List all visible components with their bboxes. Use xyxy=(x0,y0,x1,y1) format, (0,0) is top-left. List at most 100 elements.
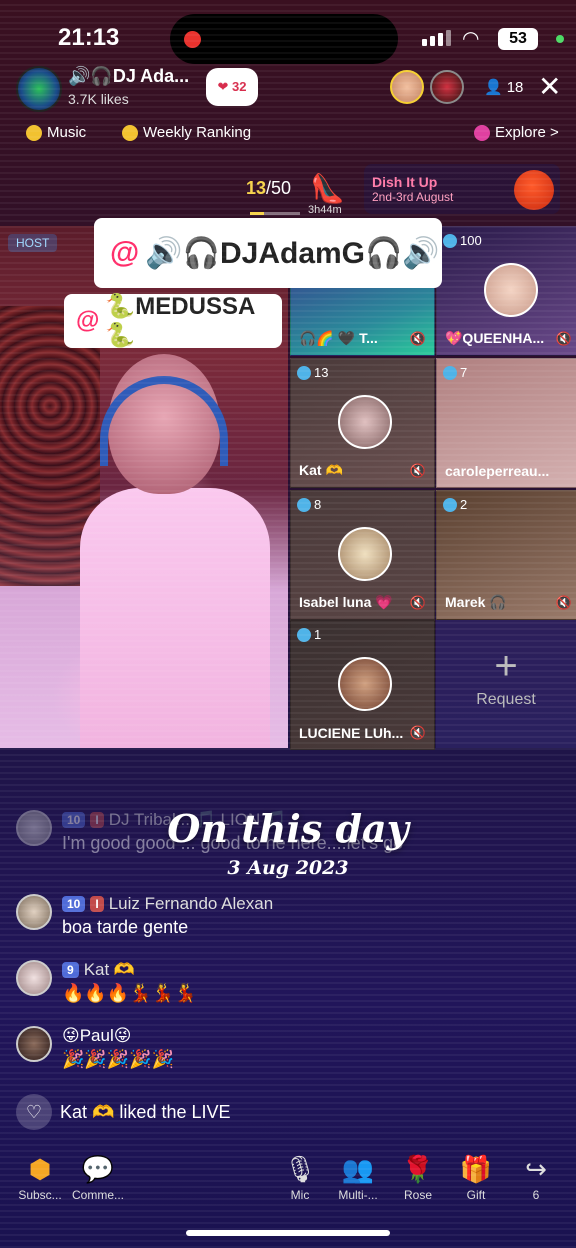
event-title: Dish It Up xyxy=(372,174,438,190)
music-icon xyxy=(26,124,42,141)
request-label: Request xyxy=(476,691,536,708)
on-this-day-title: On this day xyxy=(167,806,409,851)
host-avatar[interactable] xyxy=(16,66,62,112)
ranking-current: 13 xyxy=(246,178,267,198)
explore-label: Explore > xyxy=(495,124,559,141)
guest-tile[interactable]: 13 Kat 🫶 🔇 xyxy=(290,358,435,488)
chips-row: Music Weekly Ranking Explore > xyxy=(26,124,566,150)
guest-avatar xyxy=(338,657,392,711)
rose-button[interactable]: 🌹 Rose xyxy=(388,1152,448,1202)
viewer-count[interactable]: 👤 18 xyxy=(484,78,524,97)
weekly-ranking-chip[interactable]: Weekly Ranking xyxy=(122,124,251,141)
commenter-name: 😜Paul😜 xyxy=(62,1026,132,1045)
guest-name: caroleperreau... xyxy=(445,463,550,479)
commenter-name: Luiz Fernando Alexan xyxy=(108,894,274,913)
level-badge: 9 xyxy=(62,962,79,978)
heart-icon: ♡ xyxy=(16,1094,52,1130)
mic-label: Mic xyxy=(290,1188,310,1202)
top-viewer-avatar[interactable] xyxy=(430,70,464,104)
multi-guest-button[interactable]: 👥 Multi-... xyxy=(328,1152,388,1202)
guest-tile[interactable]: 1 LUCIENE LUh... 🔇 xyxy=(290,620,435,750)
comment-header: 10 I Luiz Fernando Alexan xyxy=(62,894,273,914)
level-badge: 10 xyxy=(62,896,86,912)
guest-name: Marek 🎧 xyxy=(445,594,507,610)
gift-label: Gift xyxy=(466,1188,486,1202)
top-viewer-avatar[interactable] xyxy=(390,70,424,104)
commenter-avatar[interactable] xyxy=(16,1026,52,1062)
comment-item[interactable]: 😜Paul😜 🎉🎉🎉🎉🎉 xyxy=(16,1026,556,1076)
ranking-time: 3h44m xyxy=(308,204,342,216)
guest-name: 🎧🌈 🖤 T... xyxy=(299,330,378,346)
guest-avatar xyxy=(338,527,392,581)
subscribe-button[interactable]: ⬢ Subsc... xyxy=(10,1152,70,1202)
explore-icon xyxy=(474,124,490,141)
event-banner[interactable]: Dish It Up 2nd-3rd August xyxy=(364,164,560,214)
request-button[interactable]: + Request xyxy=(436,620,576,748)
mention-sticker-medussa[interactable]: @ 🐍MEDUSSA🐍 xyxy=(64,293,282,349)
mention-dj-text: 🔊🎧DJAdamG🎧🔊 xyxy=(145,236,440,270)
mic-muted-icon: 🔇 xyxy=(555,595,572,610)
guest-rank-badge: 8 xyxy=(297,497,321,512)
commenter-avatar[interactable] xyxy=(16,960,52,996)
fan-badge: I xyxy=(90,896,104,912)
guest-tile[interactable]: 8 Isabel luna 💗 🔇 xyxy=(290,490,435,620)
guest-avatar xyxy=(338,395,392,449)
host-body xyxy=(80,488,270,748)
comment-item[interactable]: 9 Kat 🫶 🔥🔥🔥💃💃💃 xyxy=(16,960,556,1010)
liked-text: Kat 🫶 liked the LIVE xyxy=(60,1101,231,1122)
mic-muted-icon: 🔇 xyxy=(555,331,572,346)
mention-medussa-text: 🐍MEDUSSA🐍 xyxy=(105,293,256,349)
mic-muted-icon: 🔇 xyxy=(409,725,426,740)
guest-rank: 13 xyxy=(314,365,329,380)
comment-item[interactable]: 10 I Luiz Fernando Alexan boa tarde gent… xyxy=(16,894,556,944)
ranking-total: /50 xyxy=(266,178,292,198)
mic-button[interactable]: 🎙 Mic xyxy=(270,1152,330,1202)
share-icon: ↪ xyxy=(525,1154,547,1184)
dynamic-island xyxy=(170,14,398,64)
signal-icon xyxy=(422,30,451,46)
rose-label: Rose xyxy=(403,1188,432,1202)
guest-tile[interactable]: 7 caroleperreau... xyxy=(436,358,576,488)
share-button[interactable]: ↪ 6 xyxy=(506,1152,566,1202)
mic-muted-icon: 🔇 xyxy=(409,463,426,478)
gift-button[interactable]: 🎁 Gift xyxy=(446,1152,506,1202)
at-symbol: @ xyxy=(110,236,140,269)
guest-rank-badge: 100 xyxy=(443,233,482,248)
privacy-dot-icon xyxy=(556,35,564,43)
ranking-counter[interactable]: 13/50 xyxy=(246,178,291,199)
status-time: 21:13 xyxy=(58,24,120,51)
person-icon: 👤 xyxy=(484,79,503,96)
music-chip-label: Music xyxy=(47,124,87,141)
guest-rank: 2 xyxy=(460,497,468,512)
mention-sticker-dj[interactable]: @ 🔊🎧DJAdamG🎧🔊 xyxy=(94,218,442,288)
guest-name: Kat 🫶 xyxy=(299,462,343,478)
close-icon[interactable]: ✕ xyxy=(538,70,561,103)
guest-tile[interactable]: 100 💖QUEENHA... 🔇 xyxy=(436,226,576,356)
status-bar: 21:13 ◠ 53 xyxy=(0,0,576,70)
at-symbol: @ xyxy=(76,307,100,334)
guest-name: 💖QUEENHA... xyxy=(445,330,545,346)
host-likes: 3.7K likes xyxy=(68,91,129,107)
guest-name: Isabel luna 💗 xyxy=(299,594,393,610)
guest-avatar xyxy=(484,263,538,317)
tomato-icon xyxy=(514,170,554,210)
heart-badge[interactable]: ❤ 32 xyxy=(206,68,258,106)
guest-rank-badge: 13 xyxy=(297,365,328,380)
liked-notice: ♡ Kat 🫶 liked the LIVE xyxy=(16,1094,231,1130)
commenter-avatar[interactable] xyxy=(16,894,52,930)
host-name[interactable]: 🔊🎧DJ Ada... xyxy=(68,66,189,87)
home-indicator[interactable] xyxy=(186,1230,390,1236)
heart-badge-count: 32 xyxy=(232,79,247,94)
on-this-day-date: 3 Aug 2023 xyxy=(227,857,349,879)
host-bar: 🔊🎧DJ Ada... 3.7K likes ❤ 32 👤 18 ✕ xyxy=(16,64,561,114)
viewer-count-value: 18 xyxy=(506,78,524,96)
recording-dot-icon xyxy=(184,31,201,48)
rose-icon: 🌹 xyxy=(401,1154,435,1184)
guest-tile[interactable]: 2 Marek 🎧 🔇 xyxy=(436,490,576,620)
guest-rank: 8 xyxy=(314,497,322,512)
weekly-ranking-label: Weekly Ranking xyxy=(143,124,252,141)
comment-button[interactable]: 💬 Comme... xyxy=(68,1152,128,1202)
explore-chip[interactable]: Explore > xyxy=(474,124,559,141)
guest-rank: 100 xyxy=(460,233,482,248)
music-chip[interactable]: Music xyxy=(26,124,86,141)
